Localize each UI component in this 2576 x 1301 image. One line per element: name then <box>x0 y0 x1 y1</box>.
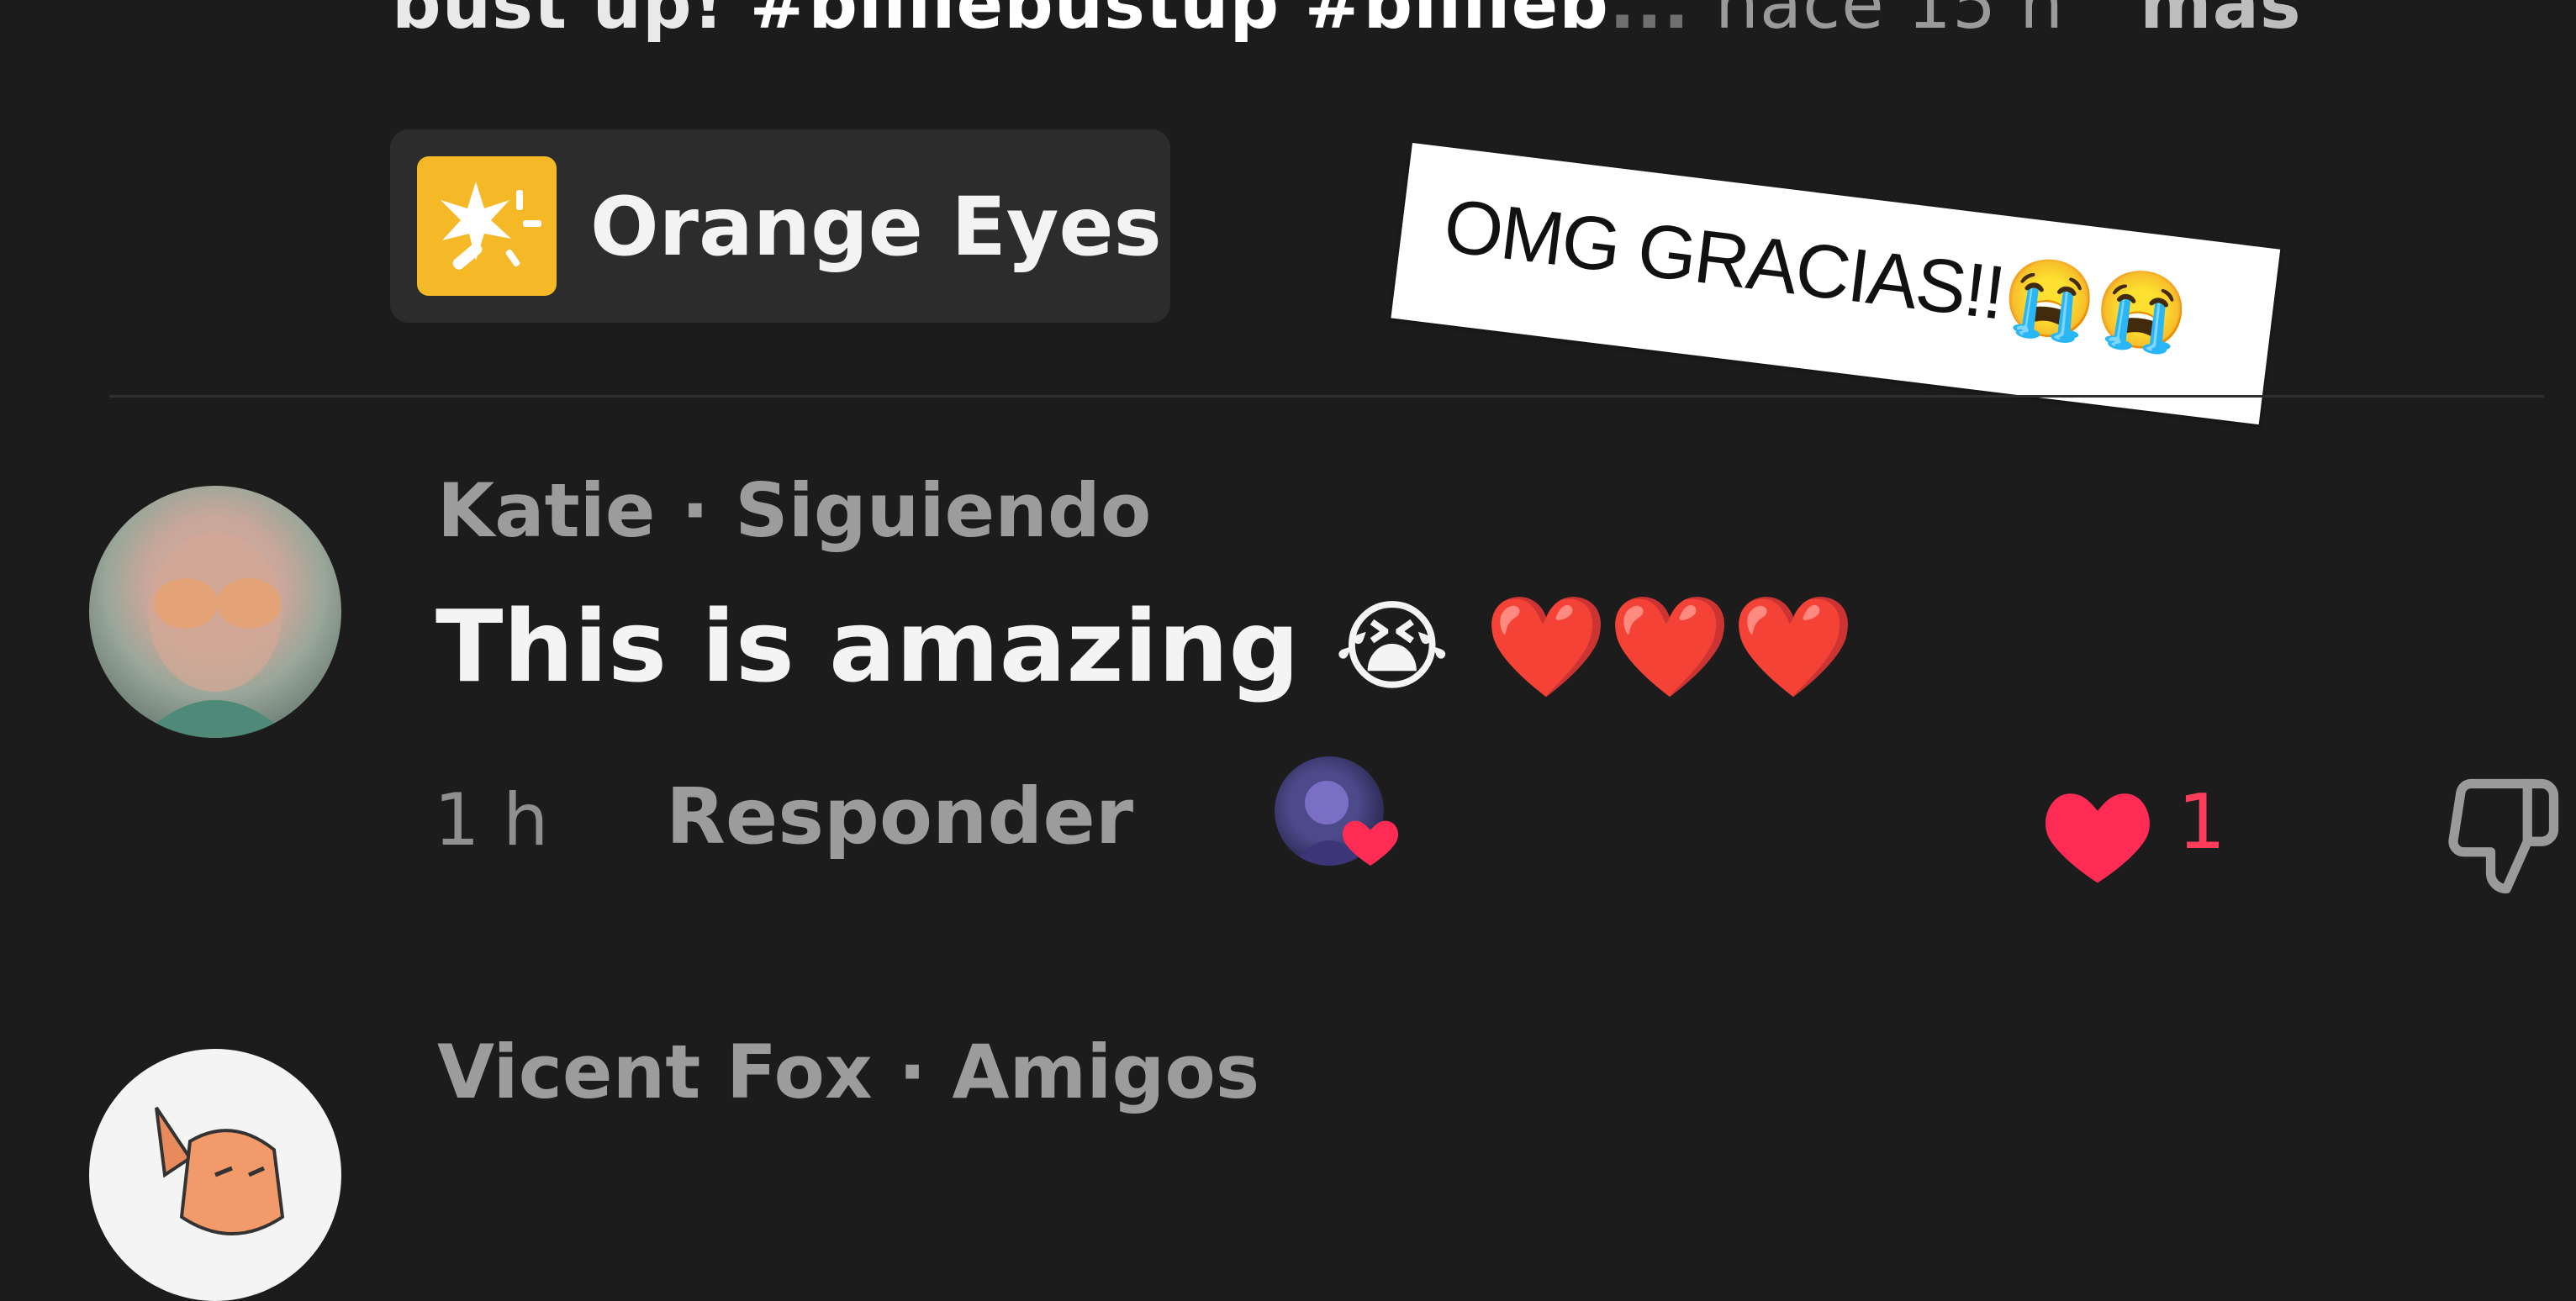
author-relation: Siguiendo <box>735 467 1152 554</box>
text-sticker: OMG GRACIAS!!😭😭 <box>1391 143 2281 425</box>
heart-icon[interactable] <box>2035 772 2161 889</box>
caption-time: hace 15 h <box>1714 0 2065 45</box>
effect-label: Orange Eyes <box>590 180 1162 274</box>
creator-heart-icon <box>1337 807 1404 874</box>
caption-text: bust up! <box>392 0 750 45</box>
author-separator: · <box>872 1029 953 1115</box>
reply-button[interactable]: Responder <box>666 772 1133 861</box>
comment-time: 1 h <box>434 778 549 862</box>
caption-more-button[interactable]: más <box>2140 0 2302 45</box>
caption-hashtags[interactable]: #billiebustup #billieb <box>750 0 1609 45</box>
comment-author-line[interactable]: Vicent Fox · Amigos <box>437 1029 1259 1115</box>
comment-author[interactable]: Vicent Fox <box>437 1029 873 1115</box>
comment-author-line[interactable]: Katie · Siguiendo <box>437 467 1151 554</box>
video-caption: bust up! #billiebustup #billieb... hace … <box>392 0 2302 45</box>
sticker-text: OMG GRACIAS!!😭😭 <box>1439 183 2192 359</box>
author-relation: Amigos <box>952 1029 1260 1115</box>
author-separator: · <box>655 467 736 554</box>
divider <box>109 395 2544 398</box>
like-count: 1 <box>2177 778 2226 866</box>
avatar[interactable] <box>89 1049 341 1301</box>
caption-ellipsis: ... <box>1608 0 1715 45</box>
effect-chip[interactable]: Orange Eyes <box>390 129 1170 323</box>
thumbs-down-icon[interactable] <box>2438 773 2564 899</box>
avatar[interactable] <box>89 486 341 738</box>
sparkle-wand-icon <box>417 156 557 296</box>
comment-text: This is amazing 😭 ❤️❤️❤️ <box>435 588 1855 704</box>
comment-author[interactable]: Katie <box>437 467 656 554</box>
